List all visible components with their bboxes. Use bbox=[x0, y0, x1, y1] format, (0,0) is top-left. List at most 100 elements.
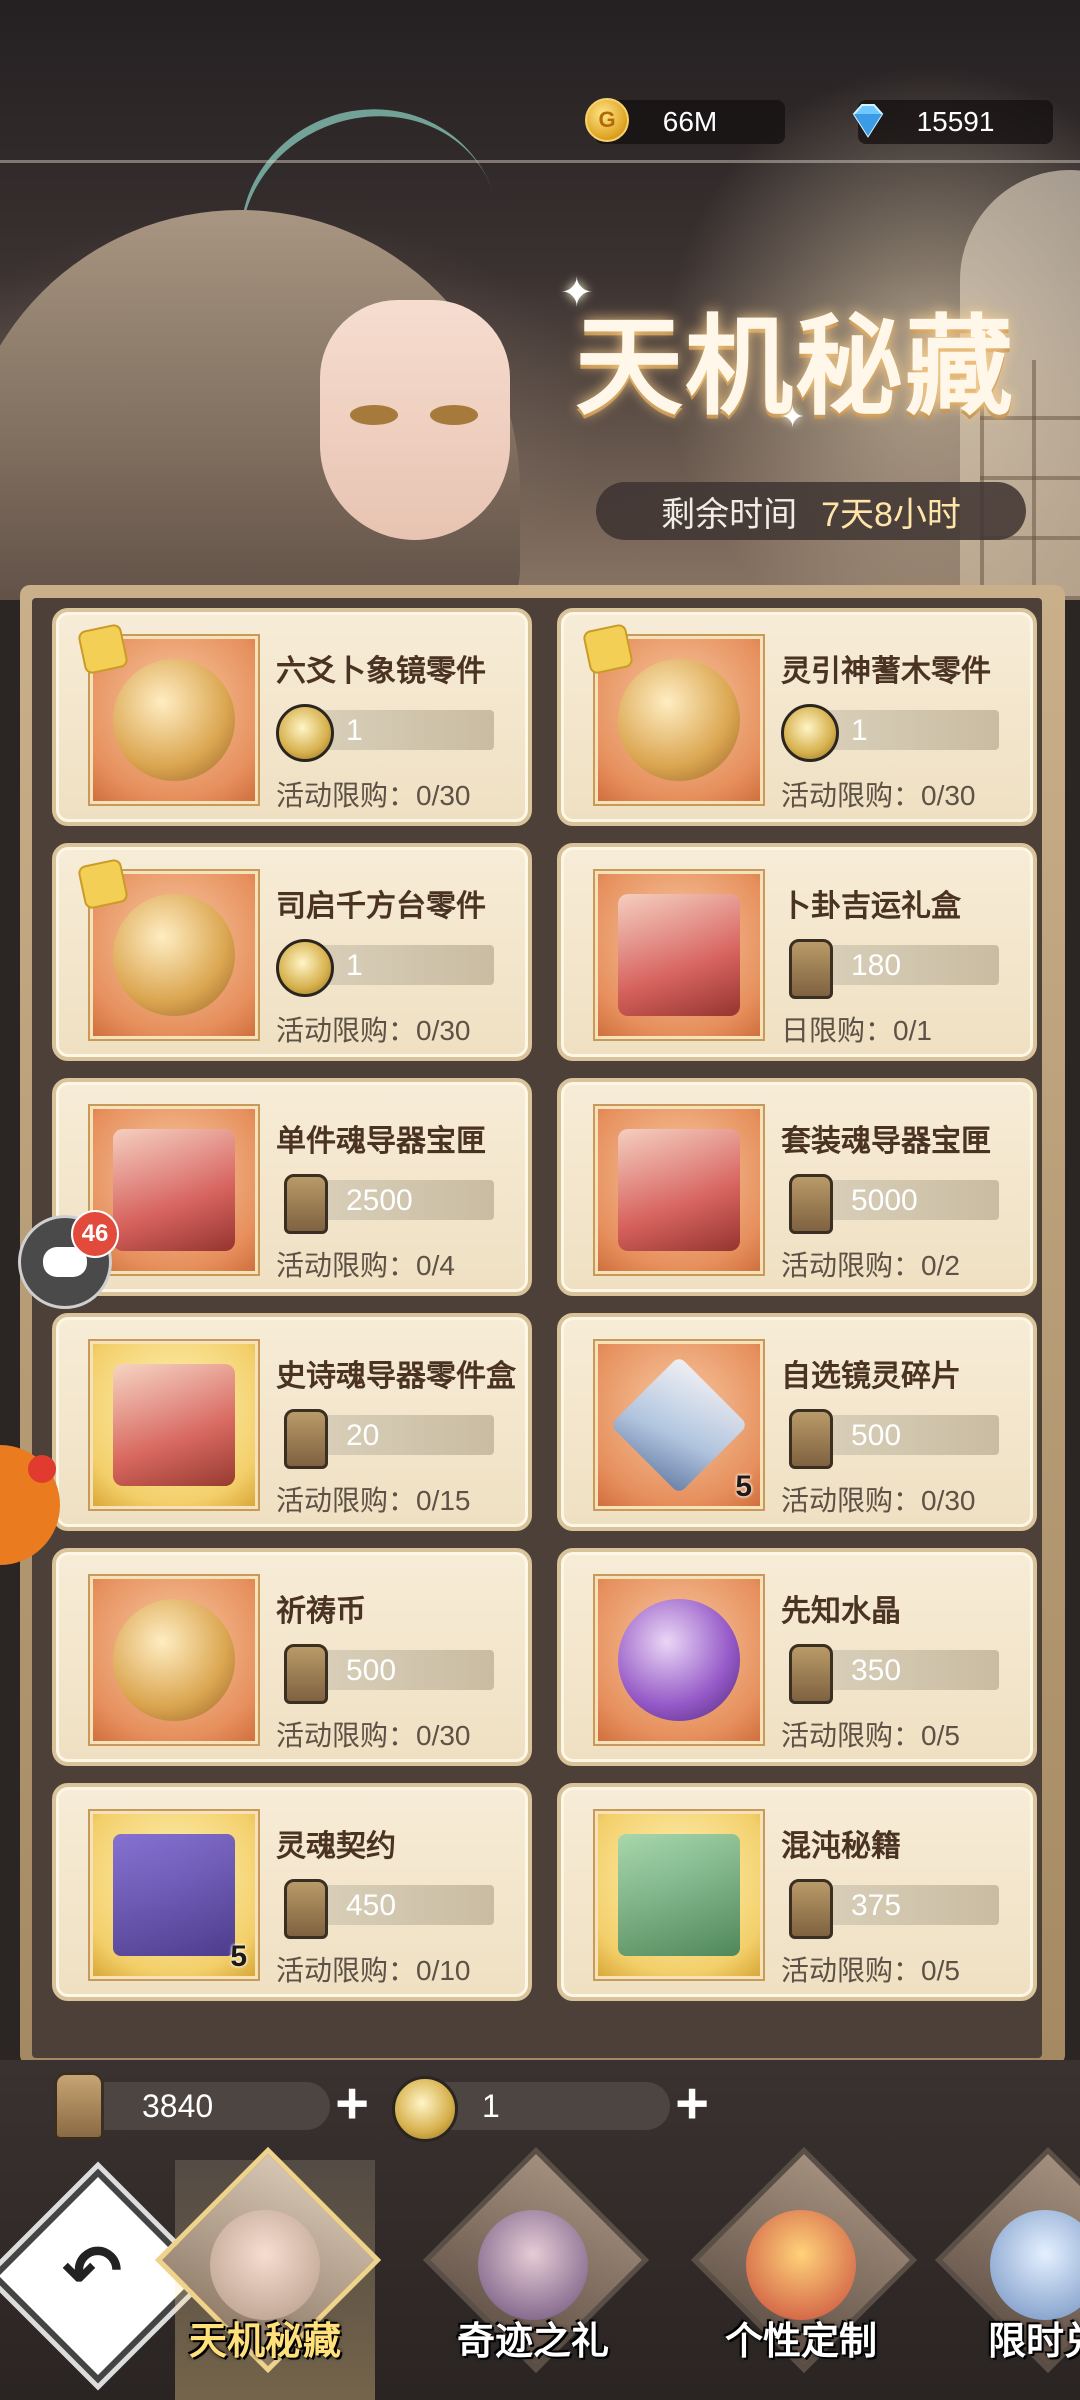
token-coin-icon bbox=[781, 704, 839, 762]
item-price: 5000 bbox=[851, 1184, 918, 1217]
item-name: 灵引神蓍木零件 bbox=[781, 654, 991, 689]
header-divider bbox=[0, 160, 1080, 163]
prayer-tag-icon bbox=[789, 939, 833, 999]
tab-label: 个性定制 bbox=[724, 2318, 877, 2363]
price-background bbox=[314, 1415, 494, 1455]
item-thumbnail bbox=[595, 1576, 763, 1744]
item-price: 1 bbox=[346, 949, 363, 982]
purchase-limit: 活动限购：0/5 bbox=[781, 1955, 960, 1986]
purchase-limit: 活动限购：0/30 bbox=[276, 780, 471, 811]
item-name: 混沌秘籍 bbox=[781, 1829, 901, 1864]
prayer-tag-icon bbox=[789, 1409, 833, 1469]
shop-item-card[interactable]: 灵引神蓍木零件 1 活动限购：0/30 bbox=[557, 608, 1037, 826]
tag-amount: 3840 bbox=[142, 2087, 214, 2124]
diamond-icon bbox=[852, 104, 884, 138]
character-portrait bbox=[210, 2210, 320, 2320]
shop-item-card[interactable]: 混沌秘籍 375 活动限购：0/5 bbox=[557, 1783, 1037, 2001]
shop-item-card[interactable]: 单件魂导器宝匣 2500 活动限购：0/4 bbox=[52, 1078, 532, 1296]
notification-dot bbox=[28, 1455, 56, 1483]
item-image bbox=[618, 1599, 740, 1721]
price-background bbox=[819, 1650, 999, 1690]
item-name: 六爻卜象镜零件 bbox=[276, 654, 486, 689]
shop-item-card[interactable]: 六爻卜象镜零件 1 活动限购：0/30 bbox=[52, 608, 532, 826]
item-price: 375 bbox=[851, 1889, 902, 1922]
item-thumbnail bbox=[595, 1106, 763, 1274]
puzzle-piece-icon bbox=[76, 857, 130, 911]
price-background bbox=[819, 1415, 999, 1455]
purchase-limit: 活动限购：0/15 bbox=[276, 1485, 471, 1516]
item-name: 祈祷币 bbox=[276, 1594, 366, 1629]
chat-button[interactable]: 46 bbox=[18, 1210, 119, 1309]
shop-item-card[interactable]: 先知水晶 350 活动限购：0/5 bbox=[557, 1548, 1037, 1766]
purchase-limit: 活动限购：0/5 bbox=[781, 1720, 960, 1751]
item-image bbox=[113, 659, 235, 781]
token-coin-icon bbox=[392, 2076, 458, 2142]
item-thumbnail bbox=[581, 622, 763, 804]
item-image bbox=[618, 894, 740, 1016]
character-portrait bbox=[478, 2210, 588, 2320]
item-name: 自选镜灵碎片 bbox=[781, 1359, 961, 1394]
timer-label: 剩余时间 bbox=[661, 495, 798, 534]
purchase-limit: 日限购：0/1 bbox=[781, 1015, 932, 1046]
item-image bbox=[618, 659, 740, 781]
item-thumbnail: 5 bbox=[90, 1811, 258, 1979]
item-price: 2500 bbox=[346, 1184, 413, 1217]
sparkle-icon: ✦ bbox=[560, 271, 594, 315]
tab-label: 天机秘藏 bbox=[188, 2318, 341, 2363]
purchase-limit: 活动限购：0/10 bbox=[276, 1955, 471, 1986]
prayer-tag-icon bbox=[789, 1174, 833, 1234]
gem-balance[interactable]: 15591 bbox=[852, 100, 1053, 144]
tab-gexing-dingzhi[interactable]: 个性定制 bbox=[686, 2146, 918, 2400]
item-name: 灵魂契约 bbox=[276, 1829, 396, 1864]
shop-item-card[interactable]: 祈祷币 500 活动限购：0/30 bbox=[52, 1548, 532, 1766]
prayer-tag-icon bbox=[284, 1174, 328, 1234]
puzzle-piece-icon bbox=[581, 622, 635, 676]
add-tag-button[interactable]: + bbox=[326, 2075, 378, 2133]
item-quantity: 5 bbox=[735, 1470, 752, 1503]
remaining-time: 剩余时间 7天8小时 bbox=[596, 482, 1026, 540]
tab-xianshi-dui[interactable]: 限时兑 bbox=[930, 2146, 1080, 2400]
item-price: 350 bbox=[851, 1654, 902, 1687]
character-eye-right bbox=[430, 405, 478, 425]
price-background bbox=[819, 945, 999, 985]
shop-item-card[interactable]: 司启千方台零件 1 活动限购：0/30 bbox=[52, 843, 532, 1061]
character-eye-left bbox=[350, 405, 398, 425]
token-coin-icon bbox=[276, 704, 334, 762]
item-name: 司启千方台零件 bbox=[276, 889, 486, 924]
prayer-tag-icon bbox=[789, 1644, 833, 1704]
sparkle-icon: ✦ bbox=[780, 401, 806, 434]
item-thumbnail bbox=[90, 1576, 258, 1744]
item-thumbnail bbox=[595, 1811, 763, 1979]
prayer-tag-icon bbox=[789, 1879, 833, 1939]
item-price: 1 bbox=[346, 714, 363, 747]
chat-badge: 46 bbox=[71, 1210, 119, 1258]
tab-tianji-mizang[interactable]: 天机秘藏 bbox=[150, 2146, 382, 2400]
prayer-tag-icon bbox=[54, 2072, 104, 2140]
purchase-limit: 活动限购：0/30 bbox=[276, 1720, 471, 1751]
item-price: 500 bbox=[851, 1419, 902, 1452]
shop-item-card[interactable]: 5 自选镜灵碎片 500 活动限购：0/30 bbox=[557, 1313, 1037, 1531]
item-image bbox=[113, 1834, 235, 1956]
tab-label: 奇迹之礼 bbox=[456, 2318, 609, 2363]
gold-balance[interactable]: G 66M bbox=[585, 98, 785, 144]
item-price: 20 bbox=[346, 1419, 380, 1452]
purchase-limit: 活动限购：0/30 bbox=[781, 780, 976, 811]
item-name: 史诗魂导器零件盒 bbox=[276, 1359, 516, 1394]
add-token-button[interactable]: + bbox=[666, 2075, 718, 2133]
prayer-tag-icon bbox=[284, 1644, 328, 1704]
price-background bbox=[314, 1650, 494, 1690]
token-balance: 1 bbox=[392, 2076, 670, 2142]
purchase-limit: 活动限购：0/30 bbox=[276, 1015, 471, 1046]
shop-item-card[interactable]: 5 灵魂契约 450 活动限购：0/10 bbox=[52, 1783, 532, 2001]
item-price: 450 bbox=[346, 1889, 397, 1922]
tab-qiji-zhili[interactable]: 奇迹之礼 bbox=[418, 2146, 650, 2400]
shop-list[interactable]: 六爻卜象镜零件 1 活动限购：0/30 灵引神蓍木零件 1 活动限购：0/30 司启千方台零… bbox=[32, 598, 1042, 2058]
shop-item-card[interactable]: 套装魂导器宝匣 5000 活动限购：0/2 bbox=[557, 1078, 1037, 1296]
item-name: 先知水晶 bbox=[781, 1594, 901, 1629]
back-arrow-icon: ↶ bbox=[61, 2232, 123, 2312]
tab-label: 限时兑 bbox=[987, 2318, 1080, 2363]
item-thumbnail bbox=[90, 1106, 258, 1274]
item-thumbnail bbox=[595, 871, 763, 1039]
shop-item-card[interactable]: 卜卦吉运礼盒 180 日限购：0/1 bbox=[557, 843, 1037, 1061]
shop-item-card[interactable]: 史诗魂导器零件盒 20 活动限购：0/15 bbox=[52, 1313, 532, 1531]
